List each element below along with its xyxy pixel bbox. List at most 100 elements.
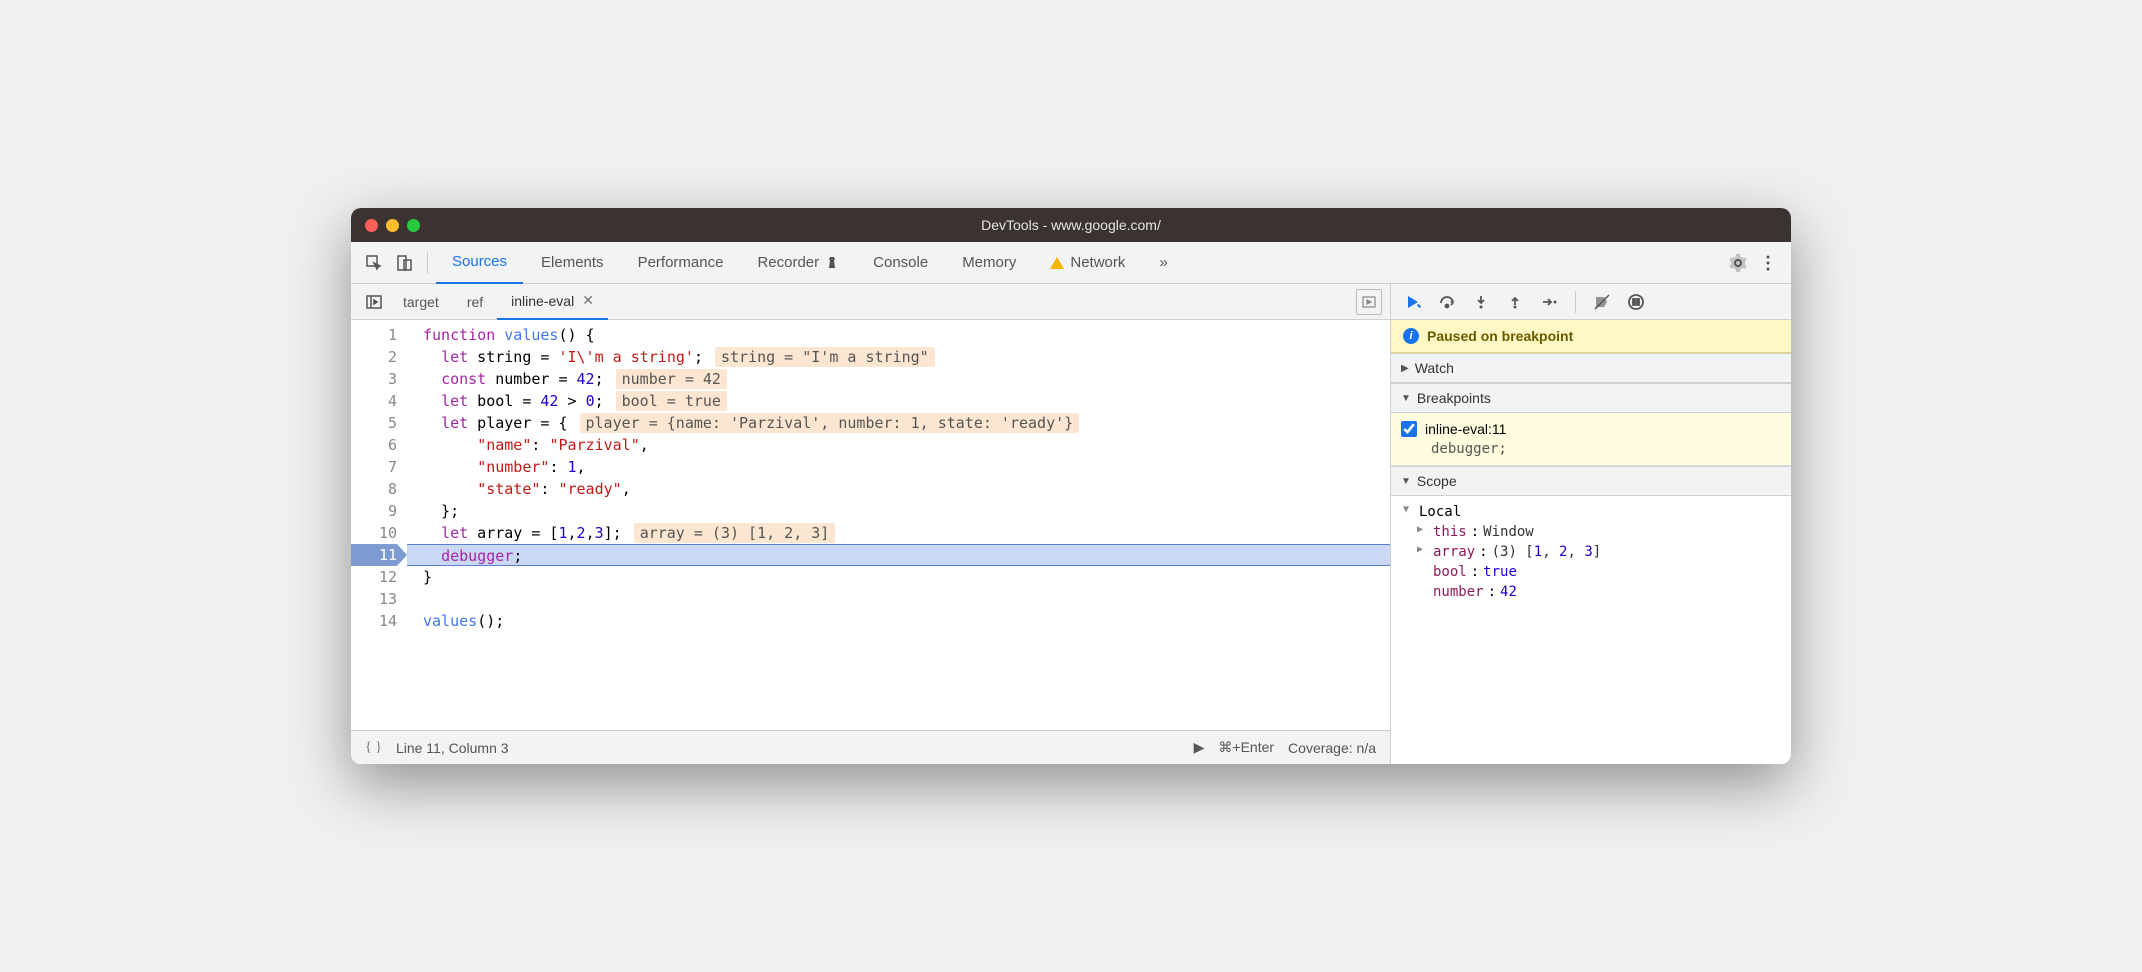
line-number[interactable]: 14 [351, 610, 397, 632]
inline-value-hint: player = {name: 'Parzival', number: 1, s… [580, 413, 1080, 433]
debugger-pane: i Paused on breakpoint ▶ Watch ▼ Breakpo… [1391, 284, 1791, 764]
tab-sources[interactable]: Sources [436, 242, 523, 284]
file-tabs: target ref inline-eval ✕ [351, 284, 1390, 320]
tab-performance[interactable]: Performance [622, 242, 740, 284]
file-tab-target[interactable]: target [389, 284, 453, 320]
minimize-window-button[interactable] [386, 219, 399, 232]
info-icon: i [1403, 328, 1419, 344]
divider [1575, 291, 1576, 313]
step-over-button[interactable] [1431, 288, 1463, 316]
expand-icon: ▶ [1401, 363, 1409, 374]
tab-elements[interactable]: Elements [525, 242, 620, 284]
scope-variable[interactable]: ▶array: (3) [1, 2, 3] [1417, 542, 1781, 562]
step-out-button[interactable] [1499, 288, 1531, 316]
editor-statusbar: { } Line 11, Column 3 ▶ ⌘+Enter Coverage… [351, 730, 1390, 764]
navigator-toggle-icon[interactable] [359, 287, 389, 317]
panel-tabs: Sources Elements Performance Recorder Co… [436, 242, 1723, 284]
tab-network[interactable]: Network [1034, 242, 1141, 284]
tab-console[interactable]: Console [857, 242, 944, 284]
line-number[interactable]: 13 [351, 588, 397, 610]
line-number[interactable]: 8 [351, 478, 397, 500]
line-number[interactable]: 4 [351, 390, 397, 412]
paused-message: Paused on breakpoint [1427, 328, 1573, 344]
code-line: function values() { [423, 324, 1390, 346]
cursor-position: Line 11, Column 3 [396, 740, 509, 756]
code-line: let player = {player = {name: 'Parzival'… [423, 412, 1390, 434]
device-toolbar-icon[interactable] [389, 248, 419, 278]
scope-body: ▼Local ▶this: Window▶array: (3) [1, 2, 3… [1391, 496, 1791, 608]
scope-variable: bool: true [1417, 562, 1781, 582]
scope-variable: number: 42 [1417, 582, 1781, 602]
line-number[interactable]: 9 [351, 500, 397, 522]
scope-section-header[interactable]: ▼ Scope [1391, 466, 1791, 496]
line-number[interactable]: 11 [351, 544, 397, 566]
code-line: let array = [1,2,3];array = (3) [1, 2, 3… [423, 522, 1390, 544]
run-shortcut-hint: ⌘+Enter [1218, 739, 1274, 756]
inspect-element-icon[interactable] [359, 248, 389, 278]
breakpoints-section-header[interactable]: ▼ Breakpoints [1391, 383, 1791, 413]
divider [427, 252, 428, 274]
tab-memory[interactable]: Memory [946, 242, 1032, 284]
code-line: let string = 'I\'m a string';string = "I… [423, 346, 1390, 368]
line-number[interactable]: 5 [351, 412, 397, 434]
more-tabs-button[interactable]: » [1143, 242, 1183, 284]
warning-icon [1050, 257, 1064, 269]
pause-on-exceptions-button[interactable] [1620, 288, 1652, 316]
file-tab-ref[interactable]: ref [453, 284, 497, 320]
collapse-icon: ▼ [1401, 393, 1411, 404]
inline-value-hint: number = 42 [616, 369, 727, 389]
code-line: let bool = 42 > 0;bool = true [423, 390, 1390, 412]
code-line: "name": "Parzival", [423, 434, 1390, 456]
paused-banner: i Paused on breakpoint [1391, 320, 1791, 353]
line-number[interactable]: 2 [351, 346, 397, 368]
titlebar: DevTools - www.google.com/ [351, 208, 1791, 242]
line-number[interactable]: 1 [351, 324, 397, 346]
collapse-icon: ▼ [1401, 476, 1411, 487]
tab-recorder[interactable]: Recorder [741, 242, 855, 284]
scope-variable[interactable]: ▶this: Window [1417, 522, 1781, 542]
step-button[interactable] [1533, 288, 1565, 316]
file-tab-inline-eval[interactable]: inline-eval ✕ [497, 284, 608, 320]
content-area: target ref inline-eval ✕ 123456789101112… [351, 284, 1791, 764]
line-number[interactable]: 3 [351, 368, 397, 390]
window-controls [365, 219, 420, 232]
editor-pane: target ref inline-eval ✕ 123456789101112… [351, 284, 1391, 764]
code-line [423, 588, 1390, 610]
code-line: } [423, 566, 1390, 588]
line-number[interactable]: 12 [351, 566, 397, 588]
inline-value-hint: array = (3) [1, 2, 3] [634, 523, 836, 543]
line-number[interactable]: 7 [351, 456, 397, 478]
run-snippet-icon[interactable] [1356, 289, 1382, 315]
run-icon[interactable]: ▶ [1194, 739, 1205, 756]
close-tab-icon[interactable]: ✕ [582, 292, 594, 309]
pretty-print-icon[interactable]: { } [365, 740, 382, 756]
deactivate-breakpoints-button[interactable] [1586, 288, 1618, 316]
window-title: DevTools - www.google.com/ [981, 217, 1161, 233]
kebab-menu-icon[interactable] [1753, 248, 1783, 278]
settings-icon[interactable] [1723, 248, 1753, 278]
line-number[interactable]: 6 [351, 434, 397, 456]
code-line: const number = 42;number = 42 [423, 368, 1390, 390]
watch-section-header[interactable]: ▶ Watch [1391, 353, 1791, 383]
main-toolbar: Sources Elements Performance Recorder Co… [351, 242, 1791, 284]
debug-controls [1391, 284, 1791, 320]
code-line: values(); [423, 610, 1390, 632]
close-window-button[interactable] [365, 219, 378, 232]
line-number[interactable]: 10 [351, 522, 397, 544]
code-content: function values() { let string = 'I\'m a… [407, 320, 1390, 730]
line-gutter: 1234567891011121314 [351, 320, 407, 730]
code-line: debugger; [407, 544, 1390, 566]
maximize-window-button[interactable] [407, 219, 420, 232]
scope-local-header[interactable]: ▼Local [1403, 502, 1781, 522]
step-into-button[interactable] [1465, 288, 1497, 316]
breakpoint-label: inline-eval:11 [1425, 421, 1506, 437]
breakpoint-checkbox[interactable] [1401, 421, 1417, 437]
code-line: "state": "ready", [423, 478, 1390, 500]
coverage-status: Coverage: n/a [1288, 740, 1376, 756]
code-line: }; [423, 500, 1390, 522]
resume-button[interactable] [1397, 288, 1429, 316]
devtools-window: DevTools - www.google.com/ Sources Eleme… [351, 208, 1791, 764]
inline-value-hint: bool = true [616, 391, 727, 411]
breakpoint-item[interactable]: inline-eval:11 debugger; [1391, 413, 1791, 466]
code-editor[interactable]: 1234567891011121314 function values() { … [351, 320, 1390, 730]
